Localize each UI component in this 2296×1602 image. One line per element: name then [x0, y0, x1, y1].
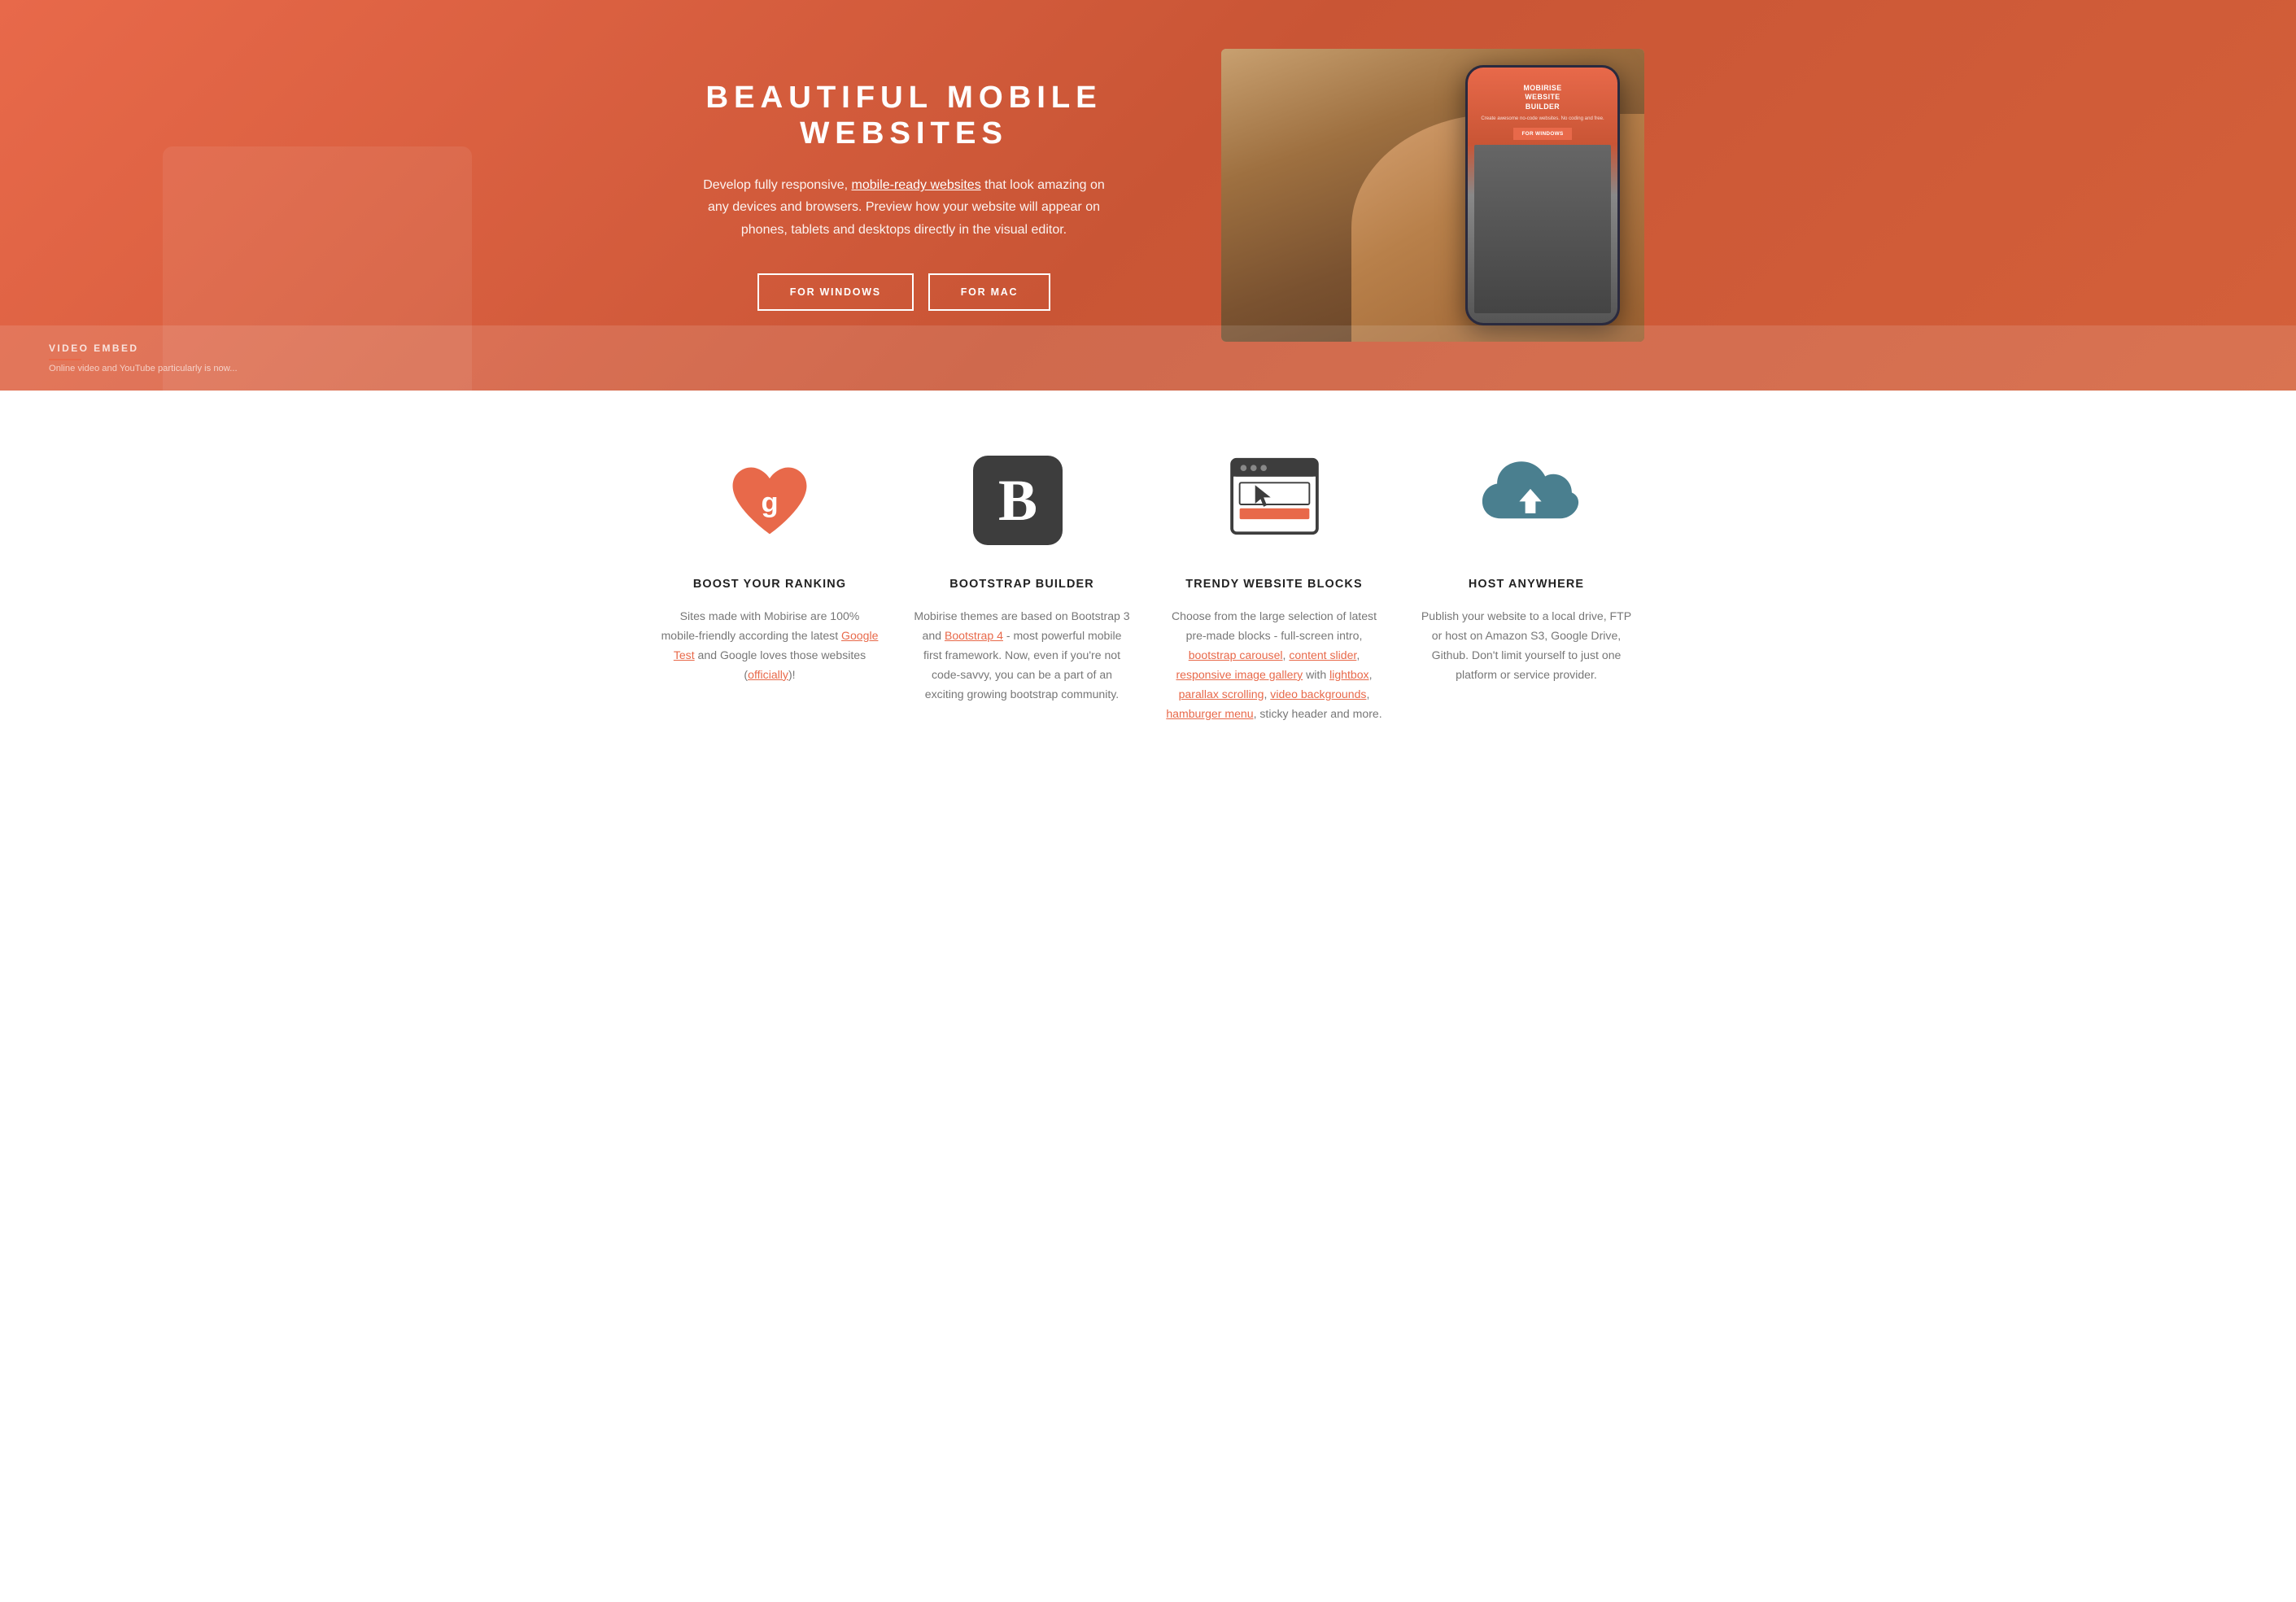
cloud-upload-icon — [1478, 456, 1575, 553]
officially-link[interactable]: officially — [748, 668, 788, 681]
hero-text-block: BEAUTIFUL MOBILE WEBSITES Develop fully … — [652, 80, 1172, 311]
feature-host-desc: Publish your website to a local drive, F… — [1416, 607, 1636, 685]
parallax-link[interactable]: parallax scrolling — [1179, 688, 1264, 701]
bootstrap4-link[interactable]: Bootstrap 4 — [945, 629, 1003, 642]
video-embed-content: VIDEO EMBED Online video and YouTube par… — [49, 343, 238, 373]
feature-trendy-desc: Choose from the large selection of lates… — [1164, 607, 1384, 724]
hero-image-block: MOBIRISEWEBSITEBUILDER Create awesome no… — [1221, 49, 1644, 342]
heart-shape: g — [725, 464, 814, 545]
feature-boost-ranking: g BOOST YOUR RANKING Sites made with Mob… — [660, 456, 880, 724]
windows-button[interactable]: FOR WINDOWS — [757, 273, 914, 311]
google-heart-icon: g — [721, 456, 818, 553]
feature-host-title: HOST ANYWHERE — [1469, 578, 1584, 591]
phone-screen: MOBIRISEWEBSITEBUILDER Create awesome no… — [1468, 68, 1617, 323]
hero-title: BEAUTIFUL MOBILE WEBSITES — [652, 80, 1156, 151]
video-embed-bar: VIDEO EMBED Online video and YouTube par… — [0, 325, 2296, 391]
svg-text:g: g — [761, 487, 778, 518]
video-embed-line — [49, 359, 81, 360]
features-grid: g BOOST YOUR RANKING Sites made with Mob… — [660, 456, 1636, 724]
video-embed-desc: Online video and YouTube particularly is… — [49, 364, 238, 373]
google-test-link[interactable]: Google Test — [674, 629, 879, 661]
phone-mockup: MOBIRISEWEBSITEBUILDER Create awesome no… — [1465, 65, 1620, 325]
feature-trendy-blocks: TRENDY WEBSITE BLOCKS Choose from the la… — [1164, 456, 1384, 724]
feature-host-anywhere: HOST ANYWHERE Publish your website to a … — [1416, 456, 1636, 724]
content-slider-link[interactable]: content slider — [1289, 648, 1356, 661]
bootstrap-carousel-link[interactable]: bootstrap carousel — [1189, 648, 1283, 661]
feature-boost-title: BOOST YOUR RANKING — [693, 578, 846, 591]
feature-trendy-title: TRENDY WEBSITE BLOCKS — [1185, 578, 1362, 591]
features-section: g BOOST YOUR RANKING Sites made with Mob… — [0, 391, 2296, 773]
phone-cta: FOR WINDOWS — [1513, 128, 1571, 140]
feature-bootstrap-desc: Mobirise themes are based on Bootstrap 3… — [912, 607, 1132, 705]
hero-section: BEAUTIFUL MOBILE WEBSITES Develop fully … — [0, 0, 2296, 391]
responsive-gallery-link[interactable]: responsive image gallery — [1176, 668, 1303, 681]
mac-button[interactable]: FOR MAC — [928, 273, 1050, 311]
lightbox-link[interactable]: lightbox — [1329, 668, 1369, 681]
mobile-ready-link[interactable]: mobile-ready websites — [852, 178, 981, 192]
browser-blocks-icon — [1225, 456, 1323, 553]
feature-bootstrap-title: BOOTSTRAP BUILDER — [949, 578, 1094, 591]
hero-buttons: FOR WINDOWS FOR MAC — [652, 273, 1156, 311]
bootstrap-b-letter: B — [998, 471, 1037, 530]
bootstrap-icon: B — [973, 456, 1071, 553]
phone-screen-image — [1474, 145, 1611, 313]
phone-screen-title: MOBIRISEWEBSITEBUILDER — [1523, 84, 1561, 111]
bootstrap-b-icon: B — [973, 456, 1063, 545]
phone-screen-sub: Create awesome no-code websites. No codi… — [1478, 116, 1607, 121]
video-embed-label: VIDEO EMBED — [49, 343, 238, 354]
feature-boost-desc: Sites made with Mobirise are 100% mobile… — [660, 607, 880, 685]
hamburger-link[interactable]: hamburger menu — [1166, 707, 1253, 720]
hero-description: Develop fully responsive, mobile-ready w… — [692, 174, 1115, 241]
hero-phone-container: MOBIRISEWEBSITEBUILDER Create awesome no… — [1221, 49, 1644, 342]
video-bg-link[interactable]: video backgrounds — [1270, 688, 1366, 701]
feature-bootstrap: B BOOTSTRAP BUILDER Mobirise themes are … — [912, 456, 1132, 724]
